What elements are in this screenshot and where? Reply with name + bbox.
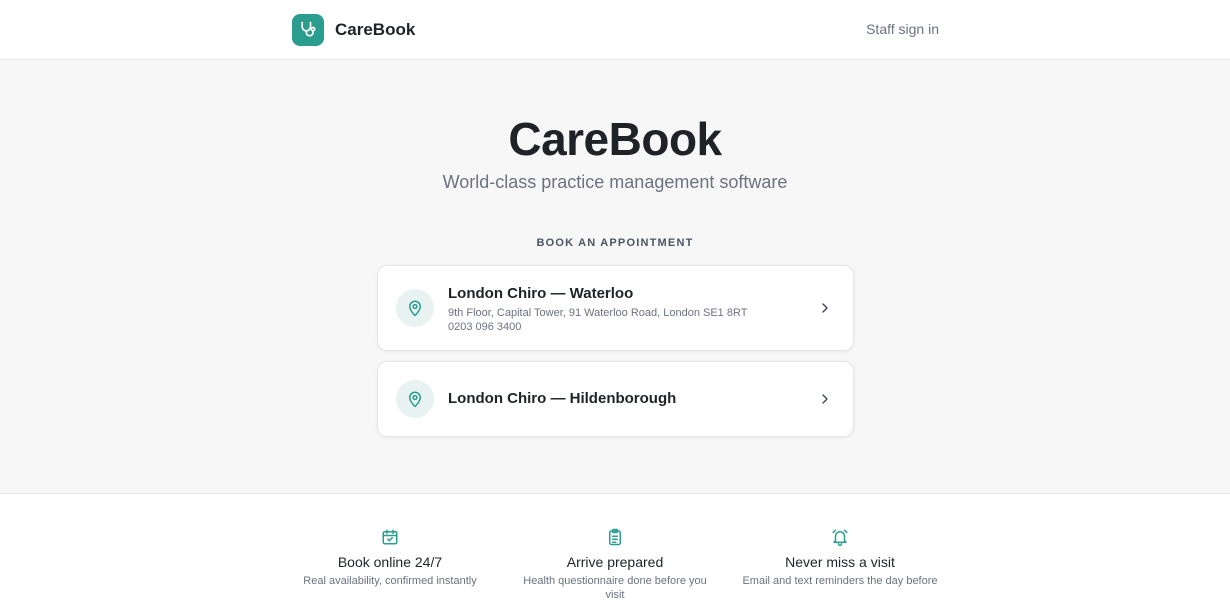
location-card-hildenborough[interactable]: London Chiro — Hildenborough — [377, 361, 854, 437]
location-name: London Chiro — Waterloo — [448, 285, 634, 302]
brand[interactable]: CareBook — [292, 14, 415, 46]
feature-title: Never miss a visit — [785, 554, 895, 570]
page-title: CareBook — [508, 113, 722, 165]
location-name: London Chiro — Hildenborough — [448, 390, 677, 407]
location-card-waterloo[interactable]: London Chiro — Waterloo 9th Floor, Capit… — [377, 265, 854, 351]
chevron-right-icon — [822, 394, 828, 404]
stethoscope-icon — [292, 14, 324, 46]
location-phone: 0203 096 3400 — [448, 321, 522, 333]
hero-section: CareBook World-class practice management… — [0, 61, 1230, 493]
chevron-right-icon — [822, 303, 828, 313]
alarm-bell-icon — [740, 528, 940, 546]
book-appointment-heading: BOOK AN APPOINTMENT — [536, 237, 694, 249]
feature-reminders: Never miss a visit Email and text remind… — [740, 528, 940, 588]
feature-description: Real availability, confirmed instantly — [303, 575, 477, 587]
staff-sign-in-link[interactable]: Staff sign in — [866, 21, 939, 37]
feature-title: Arrive prepared — [566, 554, 664, 570]
brand-name: CareBook — [335, 20, 416, 39]
location-address: 9th Floor, Capital Tower, 91 Waterloo Ro… — [448, 307, 748, 319]
map-pin-icon — [396, 289, 434, 327]
features-section: Book online 24/7 Real availability, conf… — [0, 493, 1230, 615]
feature-book-online: Book online 24/7 Real availability, conf… — [290, 528, 490, 588]
top-navigation-bar: CareBook Staff sign in — [0, 0, 1230, 60]
calendar-check-icon — [290, 528, 490, 546]
clipboard-list-icon — [515, 528, 715, 546]
page-subtitle: World-class practice management software — [442, 172, 788, 192]
feature-arrive-prepared: Arrive prepared Health questionnaire don… — [515, 528, 715, 602]
map-pin-icon — [396, 380, 434, 418]
feature-description: Health questionnaire done before you vis… — [523, 575, 707, 601]
feature-description: Email and text reminders the day before — [742, 575, 938, 587]
feature-title: Book online 24/7 — [337, 554, 443, 570]
